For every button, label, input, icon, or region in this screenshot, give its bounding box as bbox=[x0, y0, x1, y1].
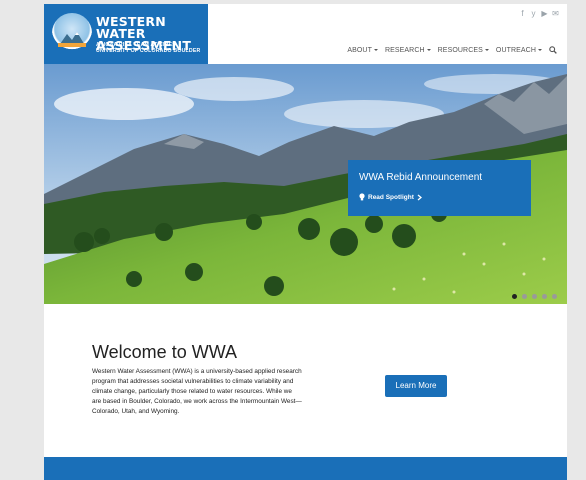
caret-down-icon bbox=[484, 49, 489, 51]
nav-outreach[interactable]: OUTREACH bbox=[496, 47, 542, 54]
read-spotlight-label: Read Spotlight bbox=[368, 193, 414, 201]
welcome-body: Western Water Assessment (WWA) is a univ… bbox=[92, 368, 302, 415]
logo-subtitle: A NOAA RISA TEAM AT CIRES UNIVERSITY OF … bbox=[96, 42, 201, 54]
facebook-icon[interactable]: f bbox=[519, 9, 526, 18]
caret-down-icon bbox=[538, 49, 542, 51]
nav-research-label: RESEARCH bbox=[384, 46, 425, 54]
nav-outreach-label: OUTREACH bbox=[495, 46, 536, 54]
search-icon[interactable] bbox=[549, 46, 557, 54]
nav-about[interactable]: ABOUT bbox=[347, 47, 378, 54]
lightbulb-icon bbox=[359, 193, 365, 201]
carousel-dot-3[interactable] bbox=[532, 294, 537, 299]
carousel-dot-5[interactable] bbox=[552, 294, 557, 299]
nav-resources-label: RESOURCES bbox=[437, 46, 483, 54]
caret-down-icon bbox=[426, 49, 431, 51]
carousel-indicators bbox=[512, 294, 557, 299]
main-nav: ABOUT RESEARCH RESOURCES OUTREACH bbox=[347, 46, 557, 54]
youtube-icon[interactable]: ▶ bbox=[541, 9, 548, 18]
nav-research[interactable]: RESEARCH bbox=[385, 47, 431, 54]
logo-emblem-icon bbox=[52, 13, 92, 53]
nav-resources[interactable]: RESOURCES bbox=[438, 47, 489, 54]
twitter-icon[interactable]: y bbox=[530, 9, 537, 18]
caret-down-icon bbox=[373, 49, 378, 51]
learn-more-button[interactable]: Learn More bbox=[385, 375, 447, 397]
spotlight-title: WWA Rebid Announcement bbox=[359, 172, 483, 183]
welcome-title: Welcome to WWA bbox=[92, 342, 238, 362]
carousel-dot-1[interactable] bbox=[512, 294, 517, 299]
site-logo[interactable]: WESTERN WATER ASSESSMENT A NOAA RISA TEA… bbox=[44, 4, 208, 64]
spotlight-card[interactable]: WWA Rebid Announcement Read Spotlight bbox=[348, 160, 531, 216]
footer-band bbox=[44, 457, 567, 480]
email-icon[interactable]: ✉ bbox=[552, 9, 559, 18]
carousel-dot-4[interactable] bbox=[542, 294, 547, 299]
welcome-section: Welcome to WWA Western Water Assessment … bbox=[44, 304, 567, 456]
chevron-right-icon bbox=[417, 194, 422, 200]
page: WESTERN WATER ASSESSMENT A NOAA RISA TEA… bbox=[44, 4, 567, 480]
carousel-dot-2[interactable] bbox=[522, 294, 527, 299]
hero-carousel[interactable]: WWA Rebid Announcement Read Spotlight bbox=[44, 64, 567, 304]
social-links: f y ▶ ✉ bbox=[519, 9, 559, 18]
read-spotlight-link[interactable]: Read Spotlight bbox=[359, 193, 422, 201]
nav-about-label: ABOUT bbox=[347, 46, 372, 54]
